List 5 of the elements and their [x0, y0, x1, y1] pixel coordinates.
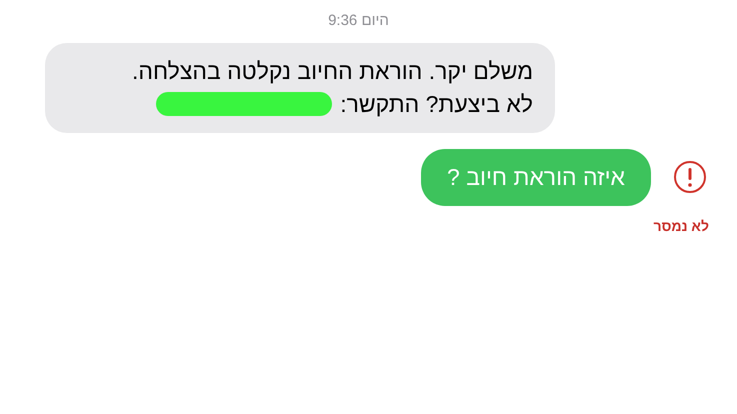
message-text: לא ביצעת? התקשר: — [340, 90, 533, 118]
message-text: משלם יקר. הוראת החיוב נקלטה בהצלחה. — [132, 56, 533, 86]
message-text: איזה הוראת חיוב ? — [447, 162, 625, 192]
delivery-status: לא נמסר — [654, 216, 709, 236]
error-icon[interactable] — [673, 160, 707, 194]
